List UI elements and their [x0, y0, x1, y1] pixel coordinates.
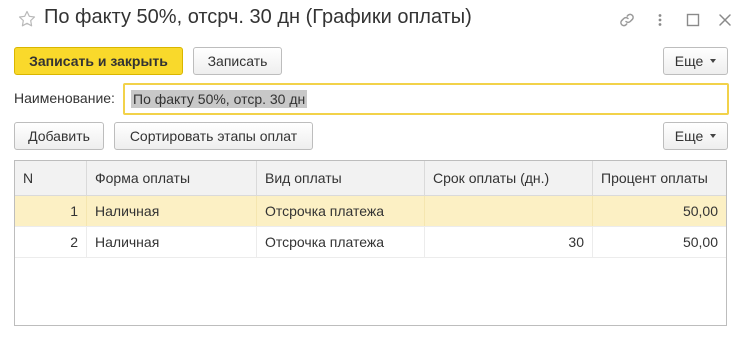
save-and-close-button[interactable]: Записать и закрыть: [14, 47, 183, 75]
more-button[interactable]: Еще: [663, 47, 728, 75]
column-header-payment-kind[interactable]: Вид оплаты: [257, 161, 425, 195]
table-row[interactable]: 1 Наличная Отсрочка платежа 50,00: [15, 196, 726, 227]
cell-payment-form: Наличная: [87, 196, 257, 226]
table-more-button-label: Еще: [674, 128, 704, 144]
cell-payment-form: Наличная: [87, 227, 257, 257]
window-title: По факту 50%, отсрч. 30 дн (Графики опла…: [44, 6, 472, 28]
add-button[interactable]: Добавить: [14, 122, 104, 150]
save-button[interactable]: Записать: [193, 47, 282, 75]
payment-stages-table: N Форма оплаты Вид оплаты Срок оплаты (д…: [14, 160, 727, 326]
cell-n: 1: [15, 196, 87, 226]
column-header-n[interactable]: N: [15, 161, 87, 195]
maximize-icon[interactable]: [685, 12, 701, 28]
column-header-payment-form[interactable]: Форма оплаты: [87, 161, 257, 195]
cell-payment-percent: 50,00: [682, 203, 718, 219]
table-more-button[interactable]: Еще: [663, 122, 728, 150]
cell-payment-percent: 50,00: [682, 234, 718, 250]
column-header-payment-percent[interactable]: Процент оплаты: [593, 161, 726, 195]
column-header-payment-term[interactable]: Срок оплаты (дн.): [425, 161, 593, 195]
cell-payment-term: [425, 196, 593, 226]
caret-down-icon: [710, 59, 717, 63]
table-row[interactable]: 2 Наличная Отсрочка платежа 30 50,00: [15, 227, 726, 258]
cell-payment-kind: Отсрочка платежа: [257, 196, 425, 226]
close-icon[interactable]: [717, 12, 733, 28]
name-input-value: По факту 50%, отср. 30 дн: [131, 90, 308, 108]
cell-payment-kind: Отсрочка платежа: [257, 227, 425, 257]
cell-n: 2: [15, 227, 87, 257]
name-input[interactable]: По факту 50%, отср. 30 дн: [123, 83, 729, 115]
link-icon[interactable]: [619, 12, 635, 28]
table-header: N Форма оплаты Вид оплаты Срок оплаты (д…: [15, 161, 726, 196]
cell-payment-term: 30: [425, 227, 593, 257]
more-vertical-icon[interactable]: [652, 12, 668, 28]
title-bar: По факту 50%, отсрч. 30 дн (Графики опла…: [0, 0, 750, 42]
sort-stages-button[interactable]: Сортировать этапы оплат: [114, 122, 313, 150]
star-icon[interactable]: [18, 10, 36, 28]
caret-down-icon: [710, 134, 717, 138]
name-label: Наименование:: [14, 90, 115, 106]
more-button-label: Еще: [674, 53, 704, 69]
